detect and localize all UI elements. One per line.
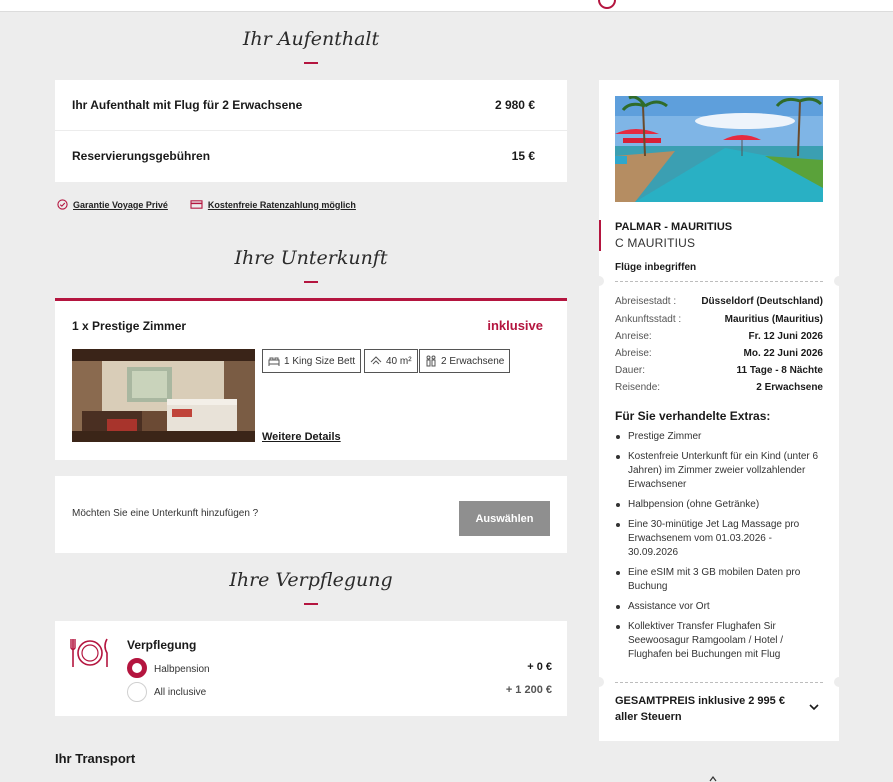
extras-title: Für Sie verhandelte Extras: (615, 409, 771, 423)
extras-item: Eine eSIM mit 3 GB mobilen Daten pro Buc… (615, 566, 823, 594)
info-row: Abreisestadt : Düsseldorf (Deutschland) (615, 296, 823, 307)
hotel-photo (615, 96, 823, 202)
hotel-accent-bar (599, 220, 601, 251)
total-price: GESAMTPREIS inklusive 2 995 € aller Steu… (615, 695, 785, 723)
room-image (72, 349, 255, 442)
progress-indicator (598, 0, 616, 9)
fees-row-label: Reservierungsgebühren (72, 149, 211, 163)
bed-chip: 1 King Size Bett (262, 349, 362, 373)
bed-icon (268, 357, 280, 366)
catering-card: Verpflegung Halbpension + 0 € All inclus… (55, 621, 567, 716)
info-value: Mo. 22 Juni 2026 (743, 348, 823, 359)
extras-item: Assistance vor Ort (615, 600, 823, 614)
guarantee-links: Garantie Voyage Privé Kostenfreie Ratenz… (57, 199, 356, 210)
bed-label: 1 King Size Bett (284, 355, 356, 367)
room-title: 1 x Prestige Zimmer (72, 319, 187, 333)
title-underline (304, 281, 318, 283)
info-row: Reisende: 2 Erwachsene (615, 382, 823, 393)
info-row: Dauer: 11 Tage - 8 Nächte (615, 365, 823, 376)
select-accommodation-button[interactable]: Auswählen (459, 501, 550, 536)
catering-title: Verpflegung (127, 638, 197, 652)
info-key: Abreise: (615, 348, 652, 359)
info-key: Abreisestadt : (615, 296, 677, 307)
people-icon (426, 355, 436, 367)
room-card: 1 x Prestige Zimmer inklusive 1 King Siz… (55, 298, 567, 460)
progress-strip (0, 0, 893, 12)
ticket-notch (594, 677, 604, 687)
flights-included: Flüge inbegriffen (615, 262, 697, 273)
info-key: Reisende: (615, 382, 661, 393)
shield-check-icon (57, 199, 68, 210)
info-key: Dauer: (615, 365, 646, 376)
guarantee-link[interactable]: Garantie Voyage Privé (57, 199, 168, 210)
guests-chip: 2 Erwachsene (419, 349, 511, 373)
add-accommodation-question: Möchten Sie eine Unterkunft hinzufügen ? (72, 508, 259, 519)
info-value: Fr. 12 Juni 2026 (748, 331, 824, 342)
allinclusive-label: All inclusive (154, 687, 207, 698)
halfboard-price: + 0 € (527, 661, 552, 673)
area-icon (370, 356, 382, 365)
hotel-name: PALMAR - MAURITIUS (615, 221, 733, 233)
booking-summary-sidebar: PALMAR - MAURITIUS C MAURITIUS Flüge inb… (594, 80, 844, 741)
room-status: inklusive (487, 318, 543, 333)
ticket-notch (834, 677, 844, 687)
info-row: Ankunftsstadt : Mauritius (Mauritius) (615, 314, 823, 325)
dashed-separator (615, 281, 823, 282)
halfboard-label: Halbpension (154, 664, 210, 675)
stay-section-title: Ihr Aufenthalt (242, 28, 380, 50)
extras-item: Eine 30-minütige Jet Lag Massage pro Erw… (615, 518, 823, 560)
extras-item: Kollektiver Transfer Flughafen Sir Seewo… (615, 620, 823, 662)
info-key: Anreise: (615, 331, 652, 342)
room-photo[interactable] (72, 349, 255, 442)
cutoff-mark-icon (709, 776, 717, 782)
allinclusive-radio[interactable] (127, 682, 147, 702)
info-value: Mauritius (Mauritius) (724, 314, 823, 325)
installment-link[interactable]: Kostenfreie Ratenzahlung möglich (190, 199, 356, 210)
plate-cutlery-icon (70, 638, 108, 667)
row-divider (55, 130, 567, 131)
step-ring-icon (598, 0, 616, 9)
catering-section-title: Ihre Verpflegung (229, 569, 393, 591)
allinclusive-price: + 1 200 € (505, 684, 552, 696)
more-details-link[interactable]: Weitere Details (262, 431, 341, 443)
guarantee-label: Garantie Voyage Privé (73, 199, 168, 210)
title-underline (304, 603, 318, 605)
area-chip: 40 m² (364, 349, 418, 373)
info-key: Ankunftsstadt : (615, 314, 682, 325)
hotel-image (615, 96, 823, 202)
guests-label: 2 Erwachsene (441, 355, 505, 367)
info-value: 2 Erwachsene (756, 382, 823, 393)
info-value: Düsseldorf (Deutschland) (701, 296, 823, 307)
area-label: 40 m² (386, 355, 412, 367)
stay-row-label: Ihr Aufenthalt mit Flug für 2 Erwachsene (72, 98, 303, 112)
title-underline (304, 62, 318, 64)
stay-row-price: 2 980 € (494, 98, 535, 112)
extras-list: Prestige Zimmer Kostenfreie Unterkunft f… (615, 430, 823, 668)
halfboard-radio[interactable] (127, 658, 147, 678)
info-row: Abreise: Mo. 22 Juni 2026 (615, 348, 823, 359)
chevron-down-icon[interactable] (807, 700, 821, 714)
transport-section-title: Ihr Transport (55, 751, 136, 766)
ticket-notch (834, 276, 844, 286)
stay-price-card: Ihr Aufenthalt mit Flug für 2 Erwachsene… (55, 80, 567, 182)
credit-card-icon (190, 200, 203, 209)
hotel-subtitle: C MAURITIUS (615, 236, 696, 250)
info-row: Anreise: Fr. 12 Juni 2026 (615, 331, 823, 342)
info-value: 11 Tage - 8 Nächte (736, 365, 823, 376)
extras-item: Halbpension (ohne Getränke) (615, 498, 823, 512)
fees-row-price: 15 € (511, 149, 535, 163)
dashed-separator (615, 682, 823, 683)
accommodation-section-title: Ihre Unterkunft (234, 247, 388, 269)
add-accommodation-card: Möchten Sie eine Unterkunft hinzufügen ?… (55, 476, 567, 553)
extras-item: Kostenfreie Unterkunft für ein Kind (unt… (615, 450, 823, 492)
installment-label: Kostenfreie Ratenzahlung möglich (207, 199, 356, 210)
extras-item: Prestige Zimmer (615, 430, 823, 444)
ticket-notch (594, 276, 604, 286)
